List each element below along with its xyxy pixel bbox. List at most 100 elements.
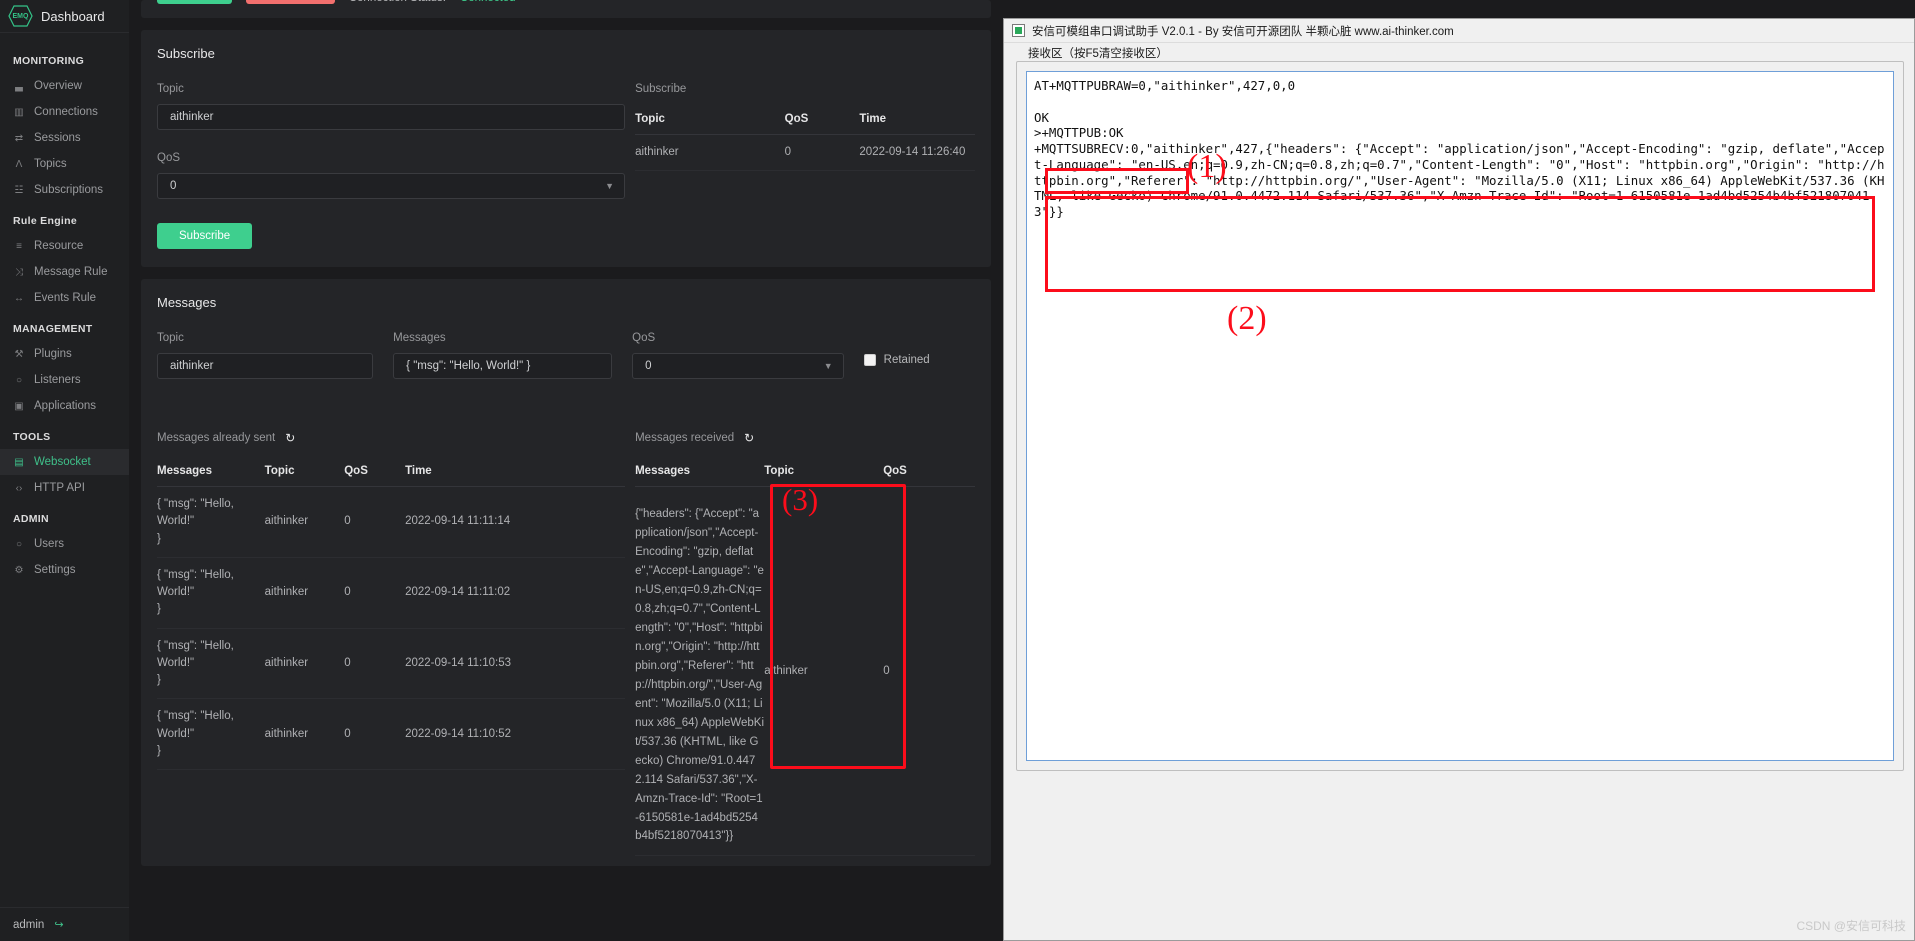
sidebar-item-label: Applications bbox=[34, 400, 97, 412]
subscribe-qos-label: QoS bbox=[157, 152, 181, 164]
sidebar-item-message-rule[interactable]: ⤨ Message Rule bbox=[0, 259, 129, 285]
messages-sent-title: Messages already sent bbox=[157, 432, 276, 444]
publish-topic-input[interactable]: aithinker bbox=[157, 353, 374, 379]
sidebar-item-label: Connections bbox=[34, 106, 98, 118]
chart-bar-icon: ▃ bbox=[15, 80, 23, 92]
column-header: Topic bbox=[635, 113, 785, 135]
connection-status-label: Connection Status: bbox=[349, 0, 446, 4]
sidebar-item-plugins[interactable]: ⚒ Plugins bbox=[0, 341, 129, 367]
sidebar-item-http-api[interactable]: ‹› HTTP API bbox=[0, 475, 129, 501]
publish-qos-select[interactable]: 0 ▼ bbox=[632, 353, 844, 379]
disconnect-button[interactable]: Disconnect bbox=[245, 0, 335, 4]
sidebar-item-settings[interactable]: ⚙ Settings bbox=[0, 557, 129, 583]
column-header: Messages bbox=[157, 465, 265, 487]
column-header: QoS bbox=[883, 465, 975, 487]
subscribe-topic-label: Topic bbox=[157, 83, 184, 95]
subscribe-qos-value: 0 bbox=[170, 180, 177, 192]
sidebar-nav: MONITORING ▃ Overview ▥ Connections ⇄ Sessions… bbox=[0, 33, 129, 907]
sidebar-item-label: Users bbox=[34, 538, 65, 550]
subscribe-button[interactable]: Subscribe bbox=[157, 223, 253, 249]
sidebar-item-label: Message Rule bbox=[34, 266, 108, 278]
connection-bar: Connect Disconnect Connection Status: Co… bbox=[141, 0, 991, 18]
cell-message: {"headers": {"Accept": "application/json… bbox=[635, 486, 765, 857]
sidebar-item-overview[interactable]: ▃ Overview bbox=[0, 73, 129, 99]
subscription-row: aithinker 0 2022-09-14 11:26:40 bbox=[635, 134, 975, 172]
subscribe-table-title: Subscribe bbox=[635, 83, 687, 95]
subscriptions-table: Topic QoS Time aithinker 0 2022-09-14 11:26:… bbox=[635, 113, 975, 172]
column-header: QoS bbox=[784, 113, 860, 135]
cell-time: 2022-09-14 11:11:02 bbox=[405, 557, 626, 629]
messages-sent-header: Messages already sent ↻ bbox=[157, 431, 625, 445]
cell-qos: 0 bbox=[784, 134, 860, 172]
retained-checkbox-row[interactable]: Retained bbox=[863, 354, 975, 366]
serial-debug-window: 安信可模组串口调试助手 V2.0.1 - By 安信可开源团队 半颗心脏 www… bbox=[1003, 18, 1915, 941]
sidebar-item-label: Listeners bbox=[34, 374, 81, 386]
publish-qos-value: 0 bbox=[645, 360, 652, 372]
annotation-label-3: (3) bbox=[782, 482, 819, 517]
serial-bottom-area bbox=[1016, 779, 1904, 929]
cell-topic: aithinker bbox=[264, 698, 345, 770]
annotation-box-2 bbox=[1045, 196, 1875, 292]
sidebar-item-label: Settings bbox=[34, 564, 76, 576]
sent-message-row: { "msg": "Hello, World!" } aithinker 0 2022… bbox=[157, 698, 626, 770]
code-icon: ‹› bbox=[15, 482, 23, 494]
sidebar-item-topics[interactable]: Λ Topics bbox=[0, 151, 129, 177]
subscribe-topic-input[interactable]: aithinker bbox=[157, 104, 626, 130]
publish-message-input[interactable]: { "msg": "Hello, World!" } bbox=[393, 353, 613, 379]
sidebar-item-label: Sessions bbox=[34, 132, 81, 144]
sidebar-item-websocket[interactable]: ▤ Websocket bbox=[0, 449, 129, 475]
sidebar-item-label: Events Rule bbox=[34, 292, 97, 304]
logout-icon[interactable]: ↪ bbox=[54, 918, 63, 931]
sidebar-item-label: Websocket bbox=[34, 456, 91, 468]
sidebar-item-applications[interactable]: ▣ Applications bbox=[0, 393, 129, 419]
serial-titlebar: 安信可模组串口调试助手 V2.0.1 - By 安信可开源团队 半颗心脏 www… bbox=[1004, 19, 1914, 43]
retained-checkbox[interactable] bbox=[863, 354, 876, 366]
sidebar-section-rule-engine: Rule Engine bbox=[13, 215, 77, 227]
watermark: CSDN @安信可科技 bbox=[1796, 919, 1906, 933]
cell-topic: aithinker bbox=[635, 134, 785, 172]
cell-qos: 0 bbox=[344, 698, 406, 770]
shuffle-icon: ⤨ bbox=[15, 266, 23, 278]
sidebar-item-sessions[interactable]: ⇄ Sessions bbox=[0, 125, 129, 151]
annotation-label-1: (1) bbox=[1187, 148, 1227, 185]
receive-textarea[interactable]: AT+MQTTPUBRAW=0,"aithinker",427,0,0 OK >… bbox=[1026, 71, 1894, 761]
gear-icon: ⚙ bbox=[14, 564, 24, 576]
column-header: Time bbox=[405, 465, 626, 487]
sidebar-item-label: Plugins bbox=[34, 348, 72, 360]
sidebar-item-subscriptions[interactable]: ☳ Subscriptions bbox=[0, 177, 129, 203]
sidebar-item-resource[interactable]: ≡ Resource bbox=[0, 233, 129, 259]
circle-icon: ○ bbox=[15, 374, 23, 386]
refresh-icon[interactable]: ↻ bbox=[285, 431, 295, 445]
sidebar-item-connections[interactable]: ▥ Connections bbox=[0, 99, 129, 125]
plug-icon: ⚒ bbox=[14, 348, 24, 360]
connect-button[interactable]: Connect bbox=[157, 0, 232, 4]
dashboard-title: Dashboard bbox=[41, 8, 105, 24]
retained-label: Retained bbox=[883, 354, 930, 366]
cell-message: { "msg": "Hello, World!" } bbox=[157, 628, 265, 700]
sidebar-section-tools: TOOLS bbox=[13, 431, 51, 443]
messages-sent-table: Messages Topic QoS Time { "msg": "Hello, Wo… bbox=[157, 465, 626, 770]
sidebar-item-listeners[interactable]: ○ Listeners bbox=[0, 367, 129, 393]
cell-topic: aithinker bbox=[264, 557, 345, 629]
logo-text: EMQ bbox=[12, 12, 29, 20]
column-header: Time bbox=[859, 113, 975, 135]
cell-topic: aithinker bbox=[764, 486, 884, 857]
column-header: Messages bbox=[635, 465, 765, 487]
receive-group: 接收区（按F5清空接收区） AT+MQTTPUBRAW=0,"aithinker… bbox=[1016, 45, 1904, 771]
refresh-icon[interactable]: ↻ bbox=[744, 431, 754, 445]
app-icon bbox=[1012, 24, 1025, 37]
brand[interactable]: EMQ Dashboard bbox=[0, 0, 129, 33]
sidebar-item-users[interactable]: ○ Users bbox=[0, 531, 129, 557]
cell-message: { "msg": "Hello, World!" } bbox=[157, 698, 265, 770]
column-header: Topic bbox=[264, 465, 345, 487]
topic-icon: Λ bbox=[15, 158, 23, 170]
sidebar-footer[interactable]: admin ↪ bbox=[0, 907, 129, 941]
cell-time: 2022-09-14 11:10:53 bbox=[405, 628, 626, 700]
chevron-down-icon: ▼ bbox=[605, 181, 615, 191]
exchange-icon: ⇄ bbox=[14, 132, 24, 144]
sidebar-item-events-rule[interactable]: ↔ Events Rule bbox=[0, 285, 129, 311]
rss-icon: ☳ bbox=[14, 184, 24, 196]
subscribe-card: Subscribe Topic aithinker QoS 0 ▼ Subscr… bbox=[141, 30, 991, 267]
subscribe-qos-select[interactable]: 0 ▼ bbox=[157, 173, 626, 199]
connection-status-value: Connected bbox=[460, 0, 516, 4]
